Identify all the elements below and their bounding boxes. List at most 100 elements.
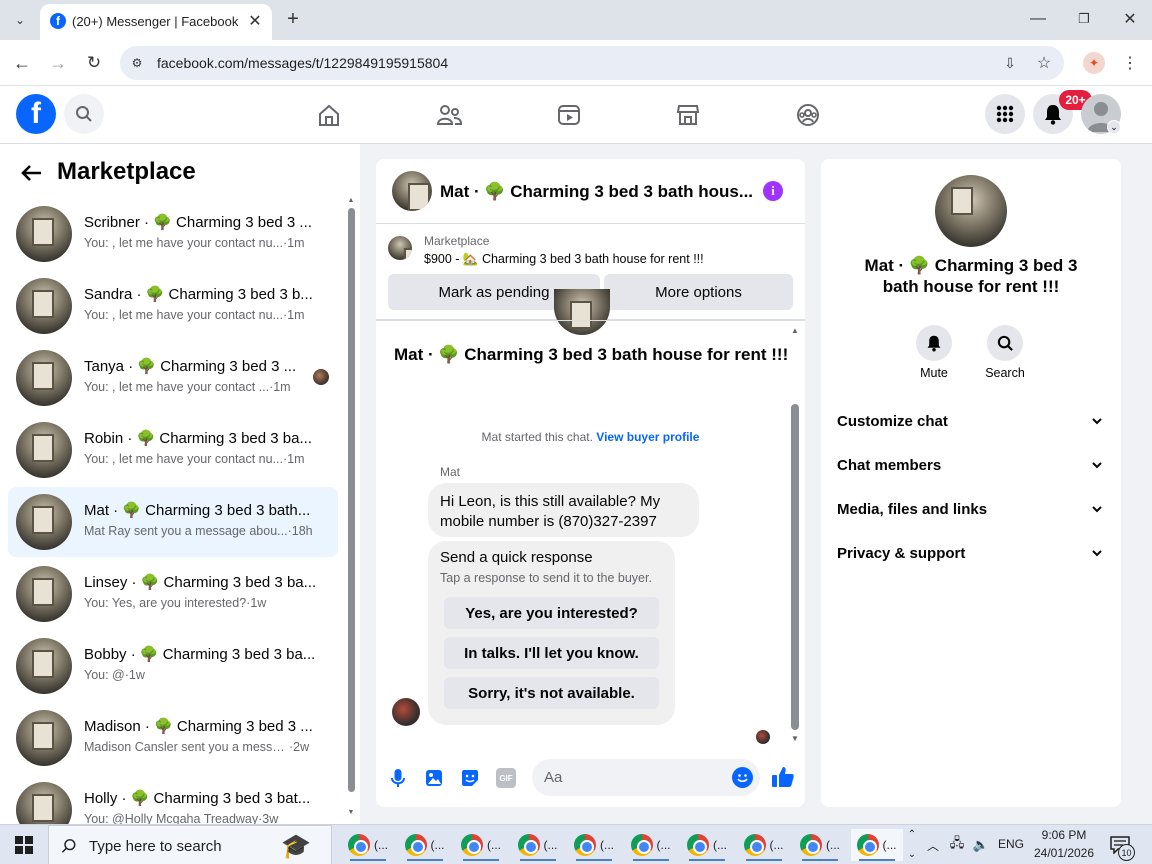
conversation-item[interactable]: Linsey · 🌳 Charming 3 bed 3 ba... You: Ye… bbox=[8, 559, 338, 629]
quick-reply-button[interactable]: Yes, are you interested? bbox=[444, 597, 659, 629]
search-icon[interactable] bbox=[64, 94, 104, 134]
taskbar-chrome-window[interactable]: (... bbox=[850, 829, 903, 861]
info-section-label: Chat members bbox=[837, 457, 942, 474]
chat-header-avatar[interactable] bbox=[392, 171, 432, 211]
quick-reply-button[interactable]: Sorry, it's not available. bbox=[444, 677, 659, 709]
volume-icon[interactable]: 🔈 bbox=[971, 835, 991, 855]
browser-tab[interactable]: f (20+) Messenger | Facebook ✕ bbox=[40, 4, 272, 40]
sticker-icon[interactable] bbox=[459, 767, 481, 789]
clock-date[interactable]: 24/01/2026 bbox=[1030, 846, 1098, 860]
video-nav-icon[interactable] bbox=[513, 86, 625, 144]
forward-icon[interactable]: → bbox=[46, 51, 70, 75]
chat-header-title[interactable]: Mat · 🌳 Charming 3 bed 3 bath hous... bbox=[440, 182, 753, 202]
mute-bell-icon[interactable] bbox=[916, 325, 952, 361]
listing-thumbnail[interactable] bbox=[388, 236, 412, 260]
home-nav-icon[interactable] bbox=[273, 86, 385, 144]
conversation-preview-text: You: , let me have your contact nu... bbox=[84, 452, 283, 466]
language-indicator[interactable]: ENG bbox=[998, 837, 1024, 851]
tab-search-button[interactable]: ⌄ bbox=[8, 8, 32, 32]
taskbar-scroll-down-icon[interactable]: ⌄ bbox=[906, 847, 918, 861]
quick-reply-button[interactable]: In talks. I'll let you know. bbox=[444, 637, 659, 669]
conversation-scrollbar-track[interactable]: ▲ ▼ bbox=[346, 196, 356, 818]
taskbar-search-box[interactable]: Type here to search 🎓 bbox=[48, 825, 332, 864]
info-section-row[interactable]: Privacy & support bbox=[837, 531, 1105, 575]
conversation-item[interactable]: Sandra · 🌳 Charming 3 bed 3 b... You: , l… bbox=[8, 271, 338, 341]
gif-icon[interactable]: GIF bbox=[496, 768, 516, 788]
facebook-logo-icon[interactable]: f bbox=[16, 94, 56, 134]
taskbar-chrome-window[interactable]: (... bbox=[455, 829, 507, 861]
listing-text[interactable]: $900 - 🏡 Charming 3 bed 3 bath house for… bbox=[424, 252, 704, 267]
chat-scroll-up-icon[interactable]: ▲ bbox=[790, 325, 800, 335]
message-text: Hi Leon, is this still available? My mob… bbox=[440, 493, 661, 530]
extension-icon[interactable]: ✦ bbox=[1083, 52, 1105, 74]
info-section-label: Media, files and links bbox=[837, 501, 988, 518]
site-info-icon[interactable]: ⚙ bbox=[128, 54, 146, 72]
bookmark-star-icon[interactable]: ☆ bbox=[1034, 53, 1054, 73]
info-section-row[interactable]: Media, files and links bbox=[837, 487, 1105, 531]
chat-scrollbar-thumb[interactable] bbox=[791, 404, 799, 730]
restore-icon[interactable]: ❐ bbox=[1070, 6, 1098, 32]
back-icon[interactable]: ← bbox=[10, 51, 34, 75]
message-input[interactable]: Aa bbox=[532, 759, 760, 796]
back-arrow-icon[interactable] bbox=[16, 158, 46, 188]
minimize-icon[interactable]: — bbox=[1024, 6, 1052, 32]
conversation-item[interactable]: Scribner · 🌳 Charming 3 bed 3 ... You: , … bbox=[8, 199, 338, 269]
taskbar-chrome-window[interactable]: (... bbox=[625, 829, 677, 861]
search-conversation-icon[interactable] bbox=[987, 325, 1023, 361]
more-options-button[interactable]: More options bbox=[604, 274, 793, 310]
reload-icon[interactable]: ↻ bbox=[82, 51, 106, 75]
mute-label[interactable]: Mute bbox=[904, 366, 964, 380]
conversation-scrollbar-thumb[interactable] bbox=[348, 208, 355, 792]
taskbar-chrome-window[interactable]: (... bbox=[738, 829, 790, 861]
menu-grid-icon[interactable] bbox=[985, 94, 1025, 134]
tray-chevron-icon[interactable]: ︿ bbox=[924, 835, 942, 855]
network-icon[interactable]: 🖧 bbox=[947, 835, 967, 855]
message-bubble[interactable]: Hi Leon, is this still available? My mob… bbox=[428, 483, 699, 537]
like-thumbs-up-icon[interactable] bbox=[770, 764, 796, 790]
close-tab-icon[interactable]: ✕ bbox=[246, 12, 264, 30]
emoji-icon[interactable] bbox=[732, 767, 753, 788]
marketplace-nav-icon[interactable] bbox=[632, 86, 744, 144]
conversation-item[interactable]: Mat · 🌳 Charming 3 bed 3 bath... Mat Ray … bbox=[8, 487, 338, 557]
conversation-title: Mat · 🌳 Charming 3 bed 3 bath... bbox=[84, 502, 311, 519]
taskbar-chrome-window[interactable]: (... bbox=[568, 829, 620, 861]
conversation-item[interactable]: Robin · 🌳 Charming 3 bed 3 ba... You: , l… bbox=[8, 415, 338, 485]
groups-nav-icon[interactable] bbox=[752, 86, 864, 144]
clock-time[interactable]: 9:06 PM bbox=[1030, 828, 1098, 842]
scroll-up-icon[interactable]: ▲ bbox=[347, 196, 355, 204]
taskbar-scroll[interactable]: ⌃ ⌄ bbox=[906, 827, 918, 863]
install-app-icon[interactable]: ⇩ bbox=[1000, 53, 1020, 73]
view-buyer-profile-link[interactable]: View buyer profile bbox=[596, 430, 699, 444]
taskbar-chrome-window[interactable]: (... bbox=[681, 829, 733, 861]
conversation-info-icon[interactable]: i bbox=[763, 181, 783, 201]
new-tab-icon[interactable]: + bbox=[282, 8, 304, 30]
graduation-cap-icon[interactable]: 🎓 bbox=[267, 829, 325, 863]
account-chevron-icon[interactable]: ⌄ bbox=[1107, 120, 1121, 134]
conversation-preview-text: You: , let me have your contact ... bbox=[84, 380, 270, 394]
taskbar-app-label: (... bbox=[374, 838, 388, 852]
taskbar-chrome-window[interactable]: (... bbox=[399, 829, 451, 861]
tab-title: (20+) Messenger | Facebook bbox=[72, 14, 239, 29]
scroll-down-icon[interactable]: ▼ bbox=[347, 808, 355, 816]
address-bar[interactable]: ⚙ facebook.com/messages/t/12298491959158… bbox=[120, 46, 1064, 80]
microphone-icon[interactable] bbox=[388, 767, 408, 789]
close-window-icon[interactable]: ✕ bbox=[1116, 6, 1144, 32]
conversation-preview-text: You: , let me have your contact nu... bbox=[84, 308, 283, 322]
info-section-row[interactable]: Customize chat bbox=[837, 399, 1105, 443]
conversation-item[interactable]: Madison · 🌳 Charming 3 bed 3 ... Madison … bbox=[8, 703, 338, 773]
taskbar-chrome-window[interactable]: (... bbox=[512, 829, 564, 861]
chat-scroll-down-icon[interactable]: ▼ bbox=[790, 733, 800, 743]
taskbar-scroll-up-icon[interactable]: ⌃ bbox=[906, 827, 918, 841]
taskbar-chrome-window[interactable]: (... bbox=[794, 829, 846, 861]
browser-menu-icon[interactable]: ⋮ bbox=[1120, 52, 1140, 74]
url-text[interactable]: facebook.com/messages/t/1229849195915804 bbox=[157, 55, 448, 71]
photo-icon[interactable] bbox=[423, 767, 445, 789]
search-label[interactable]: Search bbox=[975, 366, 1035, 380]
info-avatar[interactable] bbox=[935, 175, 1007, 247]
conversation-item[interactable]: Bobby · 🌳 Charming 3 bed 3 ba... You: @·1… bbox=[8, 631, 338, 701]
windows-start-icon[interactable] bbox=[0, 825, 48, 864]
taskbar-chrome-window[interactable]: (... bbox=[342, 829, 394, 861]
conversation-item[interactable]: Tanya · 🌳 Charming 3 bed 3 ... You: , let… bbox=[8, 343, 338, 413]
friends-nav-icon[interactable] bbox=[393, 86, 505, 144]
info-section-row[interactable]: Chat members bbox=[837, 443, 1105, 487]
